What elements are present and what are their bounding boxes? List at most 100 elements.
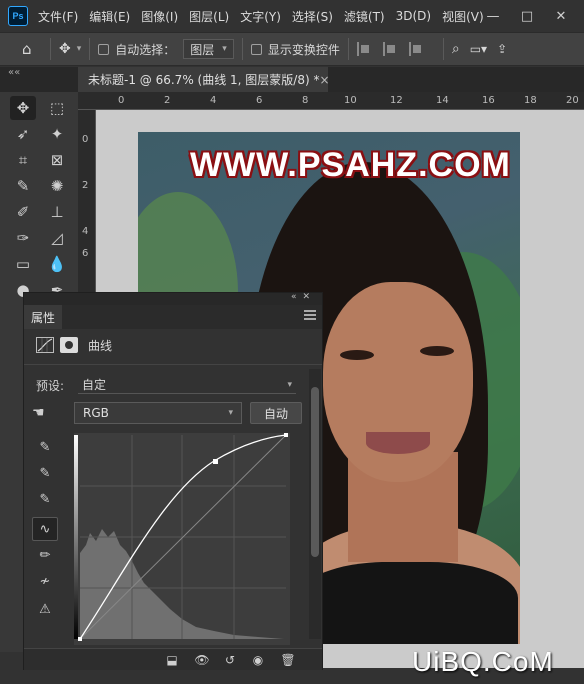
frame-tool-icon[interactable]: ⊠ <box>44 148 70 172</box>
curve-points-tool-icon[interactable]: ∿ <box>32 517 58 541</box>
auto-select-checkbox[interactable] <box>98 43 110 55</box>
menu-file[interactable]: 文件(F) <box>38 8 78 25</box>
ruler-tick-label: 10 <box>344 95 357 106</box>
spot-healing-tool-icon[interactable]: ✺ <box>44 174 70 198</box>
preset-label: 预设: <box>36 378 65 393</box>
magic-wand-tool-icon[interactable]: ✦ <box>44 122 70 146</box>
divider <box>442 38 444 60</box>
auto-select-target-select[interactable]: 图层 ▾ <box>183 39 234 59</box>
workspace-icon[interactable]: ▭▾ <box>470 42 487 56</box>
align-center-icon[interactable] <box>382 42 399 56</box>
reset-icon[interactable]: ↺ <box>220 651 240 669</box>
ruler-tick-label: 0 <box>82 134 89 145</box>
eraser-tool-icon[interactable]: ◿ <box>44 226 70 250</box>
gray-point-eyedropper-icon[interactable]: ✎ <box>32 461 58 485</box>
channel-row: ☚ RGB ▾ 自动 <box>32 401 312 425</box>
photoshop-logo-icon: Ps <box>8 6 28 26</box>
document-tab-title: 未标题-1 @ 66.7% (曲线 1, 图层蒙版/8) * <box>88 73 320 87</box>
ruler-tick-label: 20 <box>566 95 579 106</box>
move-tool-icon[interactable]: ✥ <box>59 41 71 57</box>
options-bar: ⌂ ✥ ▾ 自动选择： 图层 ▾ 显示变换控件 ⌕ ▭▾ ⇪ <box>0 32 584 66</box>
stamp-tool-icon[interactable]: ⊥ <box>44 200 70 224</box>
panel-footer: ⬓ 👁 ↺ ◉ 🗑 <box>24 648 322 670</box>
curves-graph[interactable] <box>74 433 290 645</box>
tab-properties[interactable]: 属性 <box>24 305 62 329</box>
gradient-tool-icon[interactable]: ▭ <box>10 252 36 276</box>
visibility-eye-icon[interactable]: ◉ <box>248 651 268 669</box>
window-controls: — □ ✕ <box>476 0 578 32</box>
menu-filter[interactable]: 滤镜(T) <box>344 8 385 25</box>
preset-value: 自定 <box>82 378 107 392</box>
menu-type[interactable]: 文字(Y) <box>240 8 281 25</box>
pencil-draw-icon[interactable]: ✏ <box>32 543 58 567</box>
preset-select[interactable]: 自定 ▾ <box>78 376 296 394</box>
scrollbar-thumb[interactable] <box>311 387 319 557</box>
curves-adjustment-icon[interactable] <box>36 337 54 353</box>
panel-header: «✕ <box>24 292 322 305</box>
image-watermark: WWW.PSAHZ.COM <box>190 146 511 184</box>
brush-tool-icon[interactable]: ✐ <box>10 200 36 224</box>
clipping-warning-icon[interactable]: ⚠ <box>32 597 58 621</box>
subject-mouth <box>366 432 430 454</box>
horizontal-ruler: 0 2 4 6 8 10 12 14 16 18 20 <box>78 92 584 110</box>
align-left-icon[interactable] <box>356 42 373 56</box>
clip-to-layer-icon[interactable]: ⬓ <box>162 651 182 669</box>
ruler-tick-label: 6 <box>256 95 263 106</box>
minimize-button[interactable]: — <box>476 9 510 24</box>
lasso-tool-icon[interactable]: ➶ <box>10 122 36 146</box>
ruler-tick-label: 2 <box>164 95 171 106</box>
ruler-tick-label: 6 <box>82 248 89 259</box>
align-right-icon[interactable] <box>408 42 425 56</box>
panel-menu-icon[interactable] <box>304 310 316 320</box>
chevron-down-icon: ▾ <box>228 408 233 418</box>
close-window-button[interactable]: ✕ <box>544 9 578 24</box>
curve-point <box>78 637 82 641</box>
subject-eye <box>420 346 454 356</box>
close-tab-icon[interactable]: × <box>319 73 329 87</box>
crop-tool-icon[interactable]: ⌗ <box>10 148 36 172</box>
divider <box>89 38 91 60</box>
ruler-tick-label: 18 <box>524 95 537 106</box>
divider <box>241 38 243 60</box>
collapse-toolbar-icon[interactable]: «« <box>8 67 20 78</box>
search-icon[interactable]: ⌕ <box>452 41 460 57</box>
history-brush-tool-icon[interactable]: ✑ <box>10 226 36 250</box>
show-transform-label: 显示变换控件 <box>267 42 340 57</box>
menu-select[interactable]: 选择(S) <box>292 8 333 25</box>
adjustment-name: 曲线 <box>88 338 113 353</box>
properties-panel: «✕ 属性 曲线 预设: 自定 ▾ ☚ RGB ▾ 自动 ✎ ✎ ✎ ∿ ✏ ≁… <box>23 292 323 670</box>
auto-button[interactable]: 自动 <box>250 402 302 424</box>
menu-bar: Ps 文件(F) 编辑(E) 图像(I) 图层(L) 文字(Y) 选择(S) 滤… <box>0 0 584 32</box>
ruler-tick-label: 16 <box>482 95 495 106</box>
panel-scrollbar[interactable] <box>309 369 321 639</box>
layer-mask-icon[interactable] <box>60 337 78 353</box>
eyedropper-tool-icon[interactable]: ✎ <box>10 174 36 198</box>
black-point-eyedropper-icon[interactable]: ✎ <box>32 435 58 459</box>
curve-point <box>284 433 288 437</box>
menu-layer[interactable]: 图层(L) <box>189 8 229 25</box>
panel-collapse-close-icon[interactable]: «✕ <box>291 292 316 302</box>
delete-icon[interactable]: 🗑 <box>278 651 298 669</box>
maximize-button[interactable]: □ <box>510 9 544 24</box>
menu-edit[interactable]: 编辑(E) <box>89 8 130 25</box>
menu-image[interactable]: 图像(I) <box>141 8 178 25</box>
menu-3d[interactable]: 3D(D) <box>396 9 431 23</box>
ruler-tick-label: 2 <box>82 180 89 191</box>
move-tool-icon[interactable]: ✥ <box>10 96 36 120</box>
blur-tool-icon[interactable]: 💧 <box>44 252 70 276</box>
view-previous-state-icon[interactable]: 👁 <box>192 651 212 669</box>
auto-select-label: 自动选择： <box>115 42 176 57</box>
show-transform-checkbox[interactable] <box>250 43 262 55</box>
preset-row: 预设: 自定 ▾ <box>36 376 296 394</box>
white-point-eyedropper-icon[interactable]: ✎ <box>32 487 58 511</box>
divider <box>347 38 349 60</box>
smooth-curve-icon[interactable]: ≁ <box>32 569 58 593</box>
target-adjust-hand-icon[interactable]: ☚ <box>32 405 54 421</box>
home-icon[interactable]: ⌂ <box>22 40 42 58</box>
document-tab[interactable]: 未标题-1 @ 66.7% (曲线 1, 图层蒙版/8) * × <box>78 67 330 92</box>
marquee-tool-icon[interactable]: ⬚ <box>44 96 70 120</box>
chevron-down-icon[interactable]: ▾ <box>77 44 82 54</box>
channel-select[interactable]: RGB ▾ <box>74 402 242 424</box>
share-icon[interactable]: ⇪ <box>497 42 507 56</box>
ruler-tick-label: 4 <box>210 95 217 106</box>
